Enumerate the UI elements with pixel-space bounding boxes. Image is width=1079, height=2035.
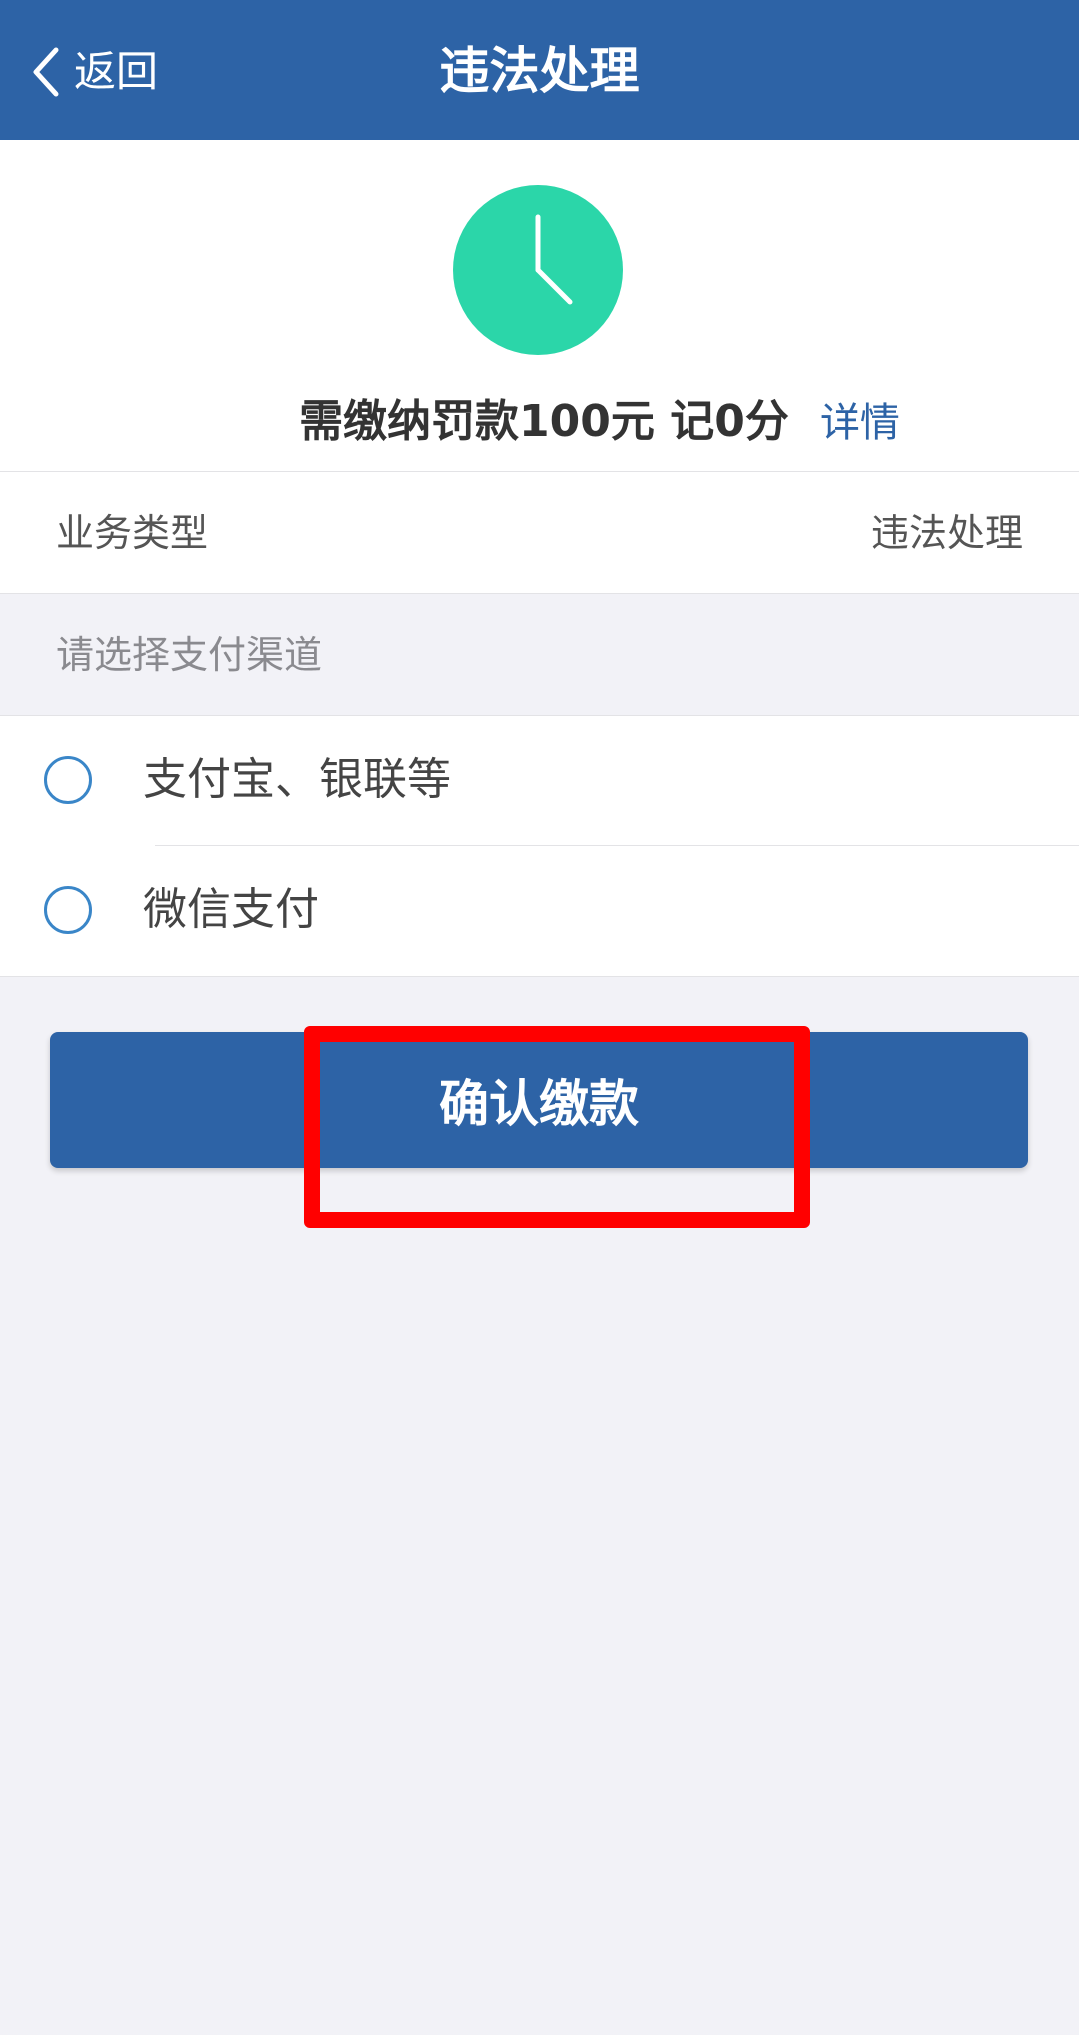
payment-section-header: 请选择支付渠道	[56, 633, 323, 677]
radio-button[interactable]	[44, 886, 92, 934]
business-type-value: 违法处理	[870, 511, 1023, 555]
payment-option-wechat[interactable]: 微信支付	[0, 846, 1079, 976]
confirm-payment-label: 确认缴款	[439, 1075, 639, 1133]
payment-option-label: 支付宝、银联等	[143, 754, 451, 805]
radio-button[interactable]	[44, 756, 92, 804]
fine-summary: 需缴纳罚款100元 记0分 详情	[0, 140, 1079, 472]
business-type-label: 业务类型	[56, 511, 209, 555]
confirm-payment-button[interactable]: 确认缴款	[50, 1032, 1028, 1168]
details-link[interactable]: 详情	[820, 400, 900, 446]
page-title: 违法处理	[439, 42, 640, 100]
payment-options-list: 支付宝、银联等 微信支付	[0, 715, 1079, 977]
fine-amount-text: 需缴纳罚款100元 记0分	[299, 396, 789, 447]
nav-bar: 返回 违法处理	[0, 0, 1079, 140]
business-type-row: 业务类型 违法处理	[0, 472, 1079, 594]
payment-option-alipay-unionpay[interactable]: 支付宝、银联等	[0, 716, 1079, 846]
payment-option-label: 微信支付	[143, 884, 319, 935]
fine-line: 需缴纳罚款100元 记0分 详情	[0, 385, 1079, 449]
clock-icon	[453, 185, 623, 355]
